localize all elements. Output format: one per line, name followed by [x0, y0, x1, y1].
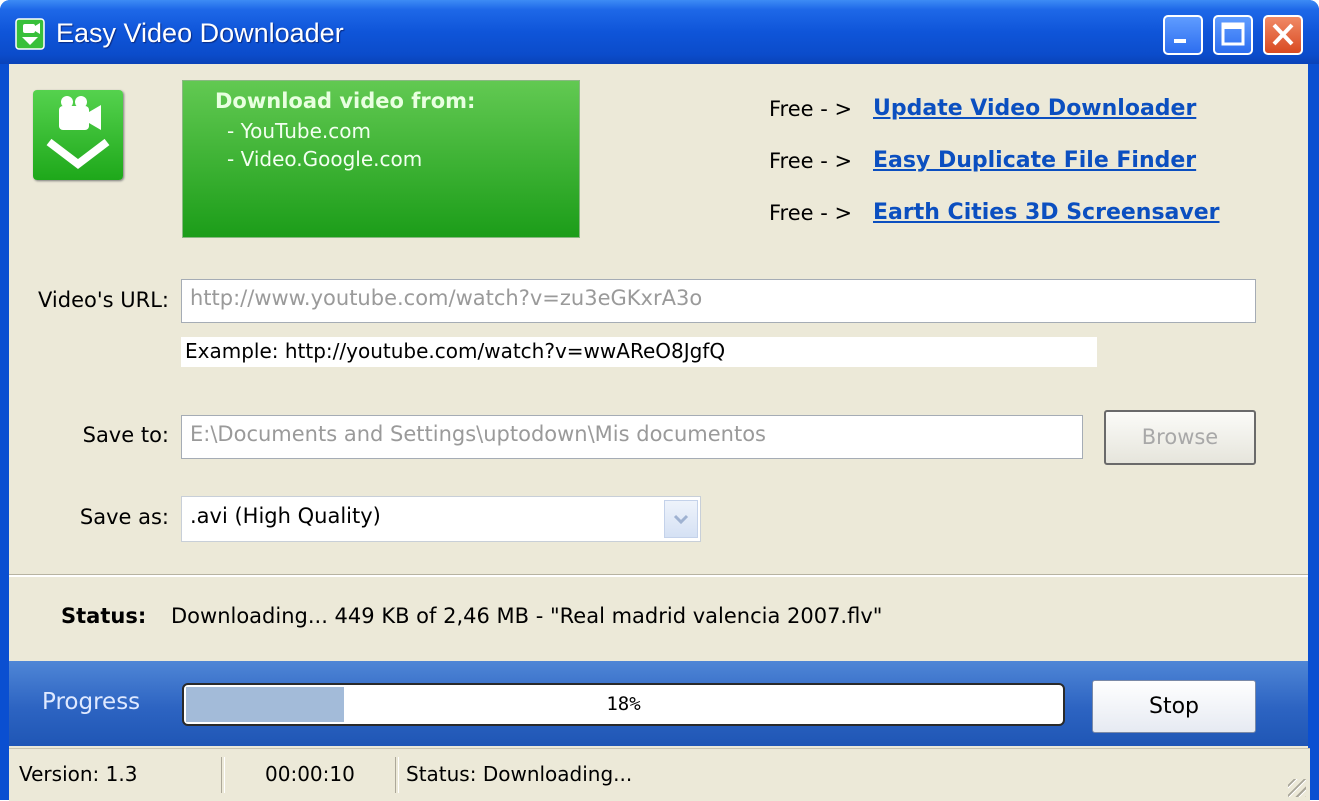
url-label: Video's URL:	[38, 288, 169, 312]
version-text: Version: 1.3	[19, 762, 138, 786]
app-window: Easy Video Downloader Download video fro…	[0, 0, 1319, 801]
maximize-icon	[1221, 22, 1245, 46]
elapsed-time: 00:00:10	[265, 762, 355, 786]
format-selected-value: .avi (High Quality)	[190, 504, 381, 528]
divider	[9, 574, 1308, 577]
browse-button[interactable]: Browse	[1104, 410, 1256, 465]
minimize-button[interactable]	[1163, 15, 1203, 55]
promo-prefix: Free - >	[769, 149, 853, 173]
status-label: Status:	[61, 604, 147, 628]
status-bar: Version: 1.3 00:00:10 Status: Downloadin…	[9, 748, 1310, 801]
progress-label: Progress	[42, 689, 141, 715]
promo-prefix: Free - >	[769, 201, 853, 225]
duplicate-file-finder-link[interactable]: Easy Duplicate File Finder	[873, 148, 1196, 173]
resize-grip[interactable]	[1288, 779, 1306, 797]
statusbar-separator	[395, 757, 399, 793]
update-downloader-link[interactable]: Update Video Downloader	[873, 96, 1196, 121]
promo-prefix: Free - >	[769, 97, 853, 121]
format-select[interactable]: .avi (High Quality)	[181, 496, 701, 542]
save-to-path-input[interactable]: E:\Documents and Settings\uptodown\Mis d…	[181, 415, 1083, 459]
close-button[interactable]	[1263, 15, 1303, 55]
dropdown-button[interactable]	[664, 500, 698, 538]
maximize-button[interactable]	[1213, 15, 1253, 55]
stop-button[interactable]: Stop	[1092, 680, 1256, 733]
minimize-icon	[1174, 39, 1186, 43]
save-to-label: Save to:	[82, 423, 169, 447]
status-text: Downloading... 449 KB of 2,46 MB - "Real…	[171, 604, 883, 628]
video-url-input[interactable]: http://www.youtube.com/watch?v=zu3eGKxrA…	[181, 279, 1256, 323]
progress-panel: Progress 18% Stop	[9, 661, 1308, 746]
sources-banner: Download video from: - YouTube.com - Vid…	[182, 80, 580, 238]
close-icon	[1272, 23, 1294, 46]
url-example-text: Example: http://youtube.com/watch?v=wwAR…	[181, 337, 1097, 367]
banner-title: Download video from:	[215, 89, 476, 113]
download-app-icon	[15, 18, 45, 50]
statusbar-separator	[221, 757, 225, 793]
title-bar[interactable]: Easy Video Downloader	[0, 0, 1319, 64]
save-as-label: Save as:	[79, 505, 169, 529]
chevron-down-icon	[673, 514, 689, 525]
main-panel: Download video from: - YouTube.com - Vid…	[9, 64, 1308, 748]
banner-source: - YouTube.com	[227, 119, 371, 143]
banner-source: - Video.Google.com	[227, 147, 423, 171]
progress-bar: 18%	[182, 683, 1065, 726]
window-title: Easy Video Downloader	[56, 18, 344, 48]
progress-percent: 18%	[606, 693, 641, 715]
video-download-logo-icon	[33, 90, 123, 180]
earth-cities-screensaver-link[interactable]: Earth Cities 3D Screensaver	[873, 200, 1220, 225]
statusbar-status: Status: Downloading...	[406, 762, 633, 786]
